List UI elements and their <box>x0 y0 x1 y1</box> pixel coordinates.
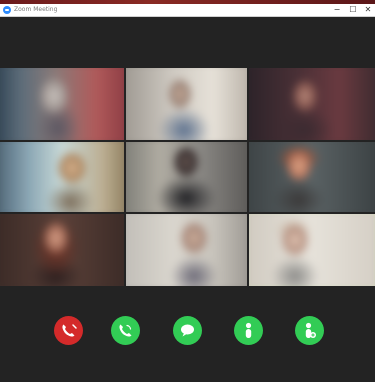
zoom-app-icon <box>3 6 11 14</box>
participant-video-5[interactable] <box>126 142 247 212</box>
participant-video-3[interactable] <box>249 68 375 140</box>
add-person-icon <box>305 322 316 338</box>
end-call-button[interactable] <box>54 316 83 345</box>
person-icon <box>245 322 252 338</box>
participant-video-1[interactable] <box>0 68 124 140</box>
chat-button[interactable] <box>173 316 202 345</box>
participant-video-2[interactable] <box>126 68 247 140</box>
meeting-controls-bar <box>0 316 375 348</box>
video-gallery <box>0 68 375 287</box>
title-bar[interactable]: Zoom Meeting − ☐ ✕ <box>0 4 375 17</box>
maximize-button[interactable]: ☐ <box>347 4 359 16</box>
participants-button[interactable] <box>234 316 263 345</box>
chat-bubble-icon <box>181 324 194 337</box>
close-button[interactable]: ✕ <box>362 4 374 16</box>
invite-participant-button[interactable] <box>295 316 324 345</box>
participant-video-8[interactable] <box>126 214 247 286</box>
phone-icon <box>119 324 132 337</box>
phone-hangup-icon <box>62 324 77 337</box>
participant-video-4[interactable] <box>0 142 124 212</box>
participant-video-7[interactable] <box>0 214 124 286</box>
participant-video-6[interactable] <box>249 142 375 212</box>
audio-call-button[interactable] <box>111 316 140 345</box>
minimize-button[interactable]: − <box>331 4 343 16</box>
participant-video-9-active-speaker[interactable] <box>249 214 375 286</box>
window-title: Zoom Meeting <box>14 6 58 13</box>
zoom-meeting-window: Zoom Meeting − ☐ ✕ <box>0 0 375 382</box>
